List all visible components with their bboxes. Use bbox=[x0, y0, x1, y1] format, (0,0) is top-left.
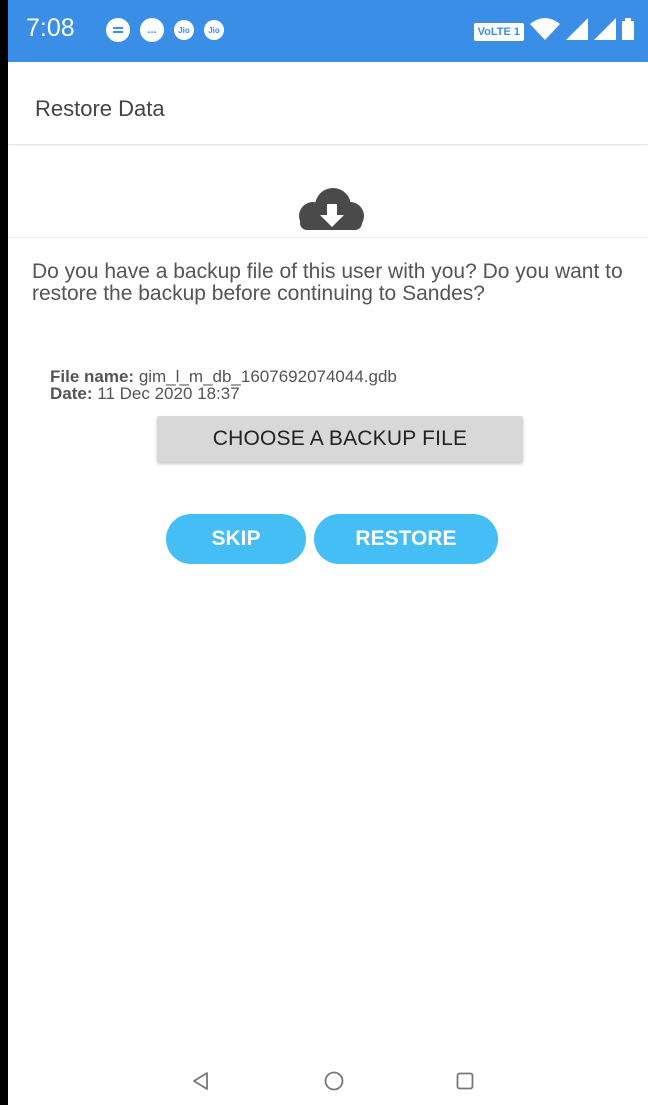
cloud-download-icon bbox=[288, 186, 372, 234]
screen: 7:08 ... Jio Jio VoLTE 1 Restore Data Do… bbox=[8, 0, 648, 1105]
notification-icons: ... Jio Jio bbox=[106, 18, 224, 42]
skip-button[interactable]: SKIP bbox=[166, 514, 306, 564]
wifi-icon bbox=[530, 18, 560, 45]
file-name-row: File name: gim_l_m_db_1607692074044.gdb bbox=[50, 368, 397, 385]
system-status-icons: VoLTE 1 bbox=[473, 18, 634, 45]
home-icon[interactable] bbox=[319, 1066, 349, 1096]
restore-question: Do you have a backup file of this user w… bbox=[32, 260, 623, 305]
chat-bubble-icon bbox=[106, 18, 130, 42]
signal-icon bbox=[566, 18, 588, 45]
message-icon: ... bbox=[140, 18, 164, 42]
back-icon[interactable] bbox=[186, 1066, 216, 1096]
page-title: Restore Data bbox=[35, 96, 165, 121]
jio-icon: Jio bbox=[174, 20, 194, 40]
date-value: 11 Dec 2020 18:37 bbox=[97, 384, 240, 403]
choose-backup-file-button[interactable]: CHOOSE A BACKUP FILE bbox=[157, 416, 523, 462]
app-bar: Restore Data bbox=[8, 62, 648, 145]
signal-icon bbox=[594, 18, 616, 45]
status-time: 7:08 bbox=[26, 14, 75, 42]
date-label: Date: bbox=[50, 384, 93, 403]
navigation-bar bbox=[8, 1060, 648, 1105]
backup-file-info: File name: gim_l_m_db_1607692074044.gdb … bbox=[50, 368, 397, 402]
divider bbox=[8, 237, 648, 238]
battery-icon bbox=[622, 18, 634, 45]
jio-icon: Jio bbox=[204, 20, 224, 40]
date-row: Date: 11 Dec 2020 18:37 bbox=[50, 385, 397, 402]
recents-icon[interactable] bbox=[450, 1066, 480, 1096]
status-bar: 7:08 ... Jio Jio VoLTE 1 bbox=[8, 0, 648, 62]
restore-button[interactable]: RESTORE bbox=[314, 514, 498, 564]
volte-badge: VoLTE 1 bbox=[473, 22, 524, 41]
